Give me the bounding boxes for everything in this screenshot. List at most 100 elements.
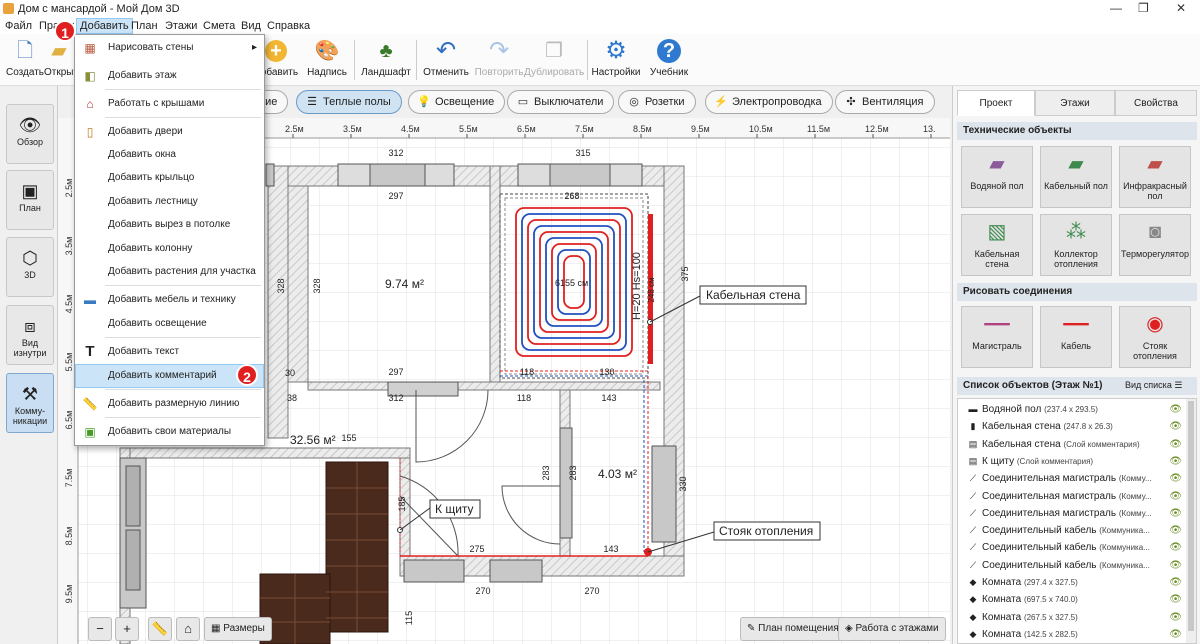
undo-button[interactable]: ↶ Отменить: [418, 38, 474, 84]
nav-communications[interactable]: ⚒ Комму-никации: [6, 373, 54, 433]
nav-inside-view[interactable]: ⧈ Вид изнутри: [6, 305, 54, 365]
object-list-item[interactable]: ⟋ Соединительный кабель (Коммуника... 👁: [964, 557, 1182, 574]
zoom-out-button[interactable]: −: [88, 617, 112, 641]
nav-3d[interactable]: ⬡ 3D: [6, 237, 54, 297]
menu-item-draw-walls[interactable]: ▦ Нарисовать стены ▸: [76, 37, 263, 59]
visibility-eye-icon[interactable]: 👁: [1169, 522, 1182, 539]
filter-wiring[interactable]: ⚡ Электропроводка: [705, 90, 833, 114]
menu-item-furniture[interactable]: ▬ Добавить мебель и технику: [76, 289, 263, 311]
list-view-button[interactable]: Вид списка ☰: [1125, 380, 1182, 391]
object-list-item[interactable]: ⟋ Соединительный кабель (Коммуника... 👁: [964, 522, 1182, 539]
label-button[interactable]: 🎨 Надпись: [299, 38, 355, 84]
minimize-button[interactable]: —: [1110, 1, 1122, 15]
tutorial-button[interactable]: ? Учебник: [641, 38, 697, 84]
visibility-eye-icon[interactable]: 👁: [1169, 401, 1182, 418]
tile-infrared-floor[interactable]: ▰ Инфракрасный пол: [1119, 146, 1191, 208]
redo-button[interactable]: ↷ Повторить: [471, 38, 527, 84]
nav-overview[interactable]: 👁 Обзор: [6, 104, 54, 164]
floor-heating-icon: ☰: [307, 96, 317, 108]
menu-item-text[interactable]: T Добавить текст: [76, 341, 263, 363]
filter-lighting[interactable]: 💡 Освещение: [408, 90, 506, 114]
menu-item-comment[interactable]: Добавить комментарий: [75, 364, 264, 388]
menu-view[interactable]: Вид: [238, 19, 264, 33]
object-list-item[interactable]: ⟋ Соединительная магистраль (Комму... 👁: [964, 488, 1182, 505]
open-button[interactable]: ▰Открыть: [44, 38, 74, 84]
visibility-eye-icon[interactable]: 👁: [1169, 418, 1182, 435]
tile-collector[interactable]: ⁂ Коллектор отопления: [1040, 214, 1112, 276]
menu-item-dimension-line[interactable]: 📏 Добавить размерную линию: [76, 393, 263, 415]
object-list-item[interactable]: ◆ Комната (697.5 x 740.0) 👁: [964, 591, 1182, 608]
object-list-item[interactable]: ⟋ Соединительная магистраль (Комму... 👁: [964, 470, 1182, 487]
object-list-item[interactable]: ◆ Комната (142.5 x 282.5) 👁: [964, 626, 1182, 643]
filter-switches[interactable]: ▭ Выключатели: [507, 90, 615, 114]
measure-button[interactable]: 📏: [148, 617, 172, 641]
landscape-button[interactable]: ♣ Ландшафт: [358, 38, 414, 84]
pipe-icon: ⚒: [21, 384, 39, 404]
visibility-eye-icon[interactable]: 👁: [1169, 505, 1182, 522]
menu-estimate[interactable]: Смета: [200, 19, 238, 33]
menu-help[interactable]: Справка: [264, 19, 313, 33]
object-list-item[interactable]: ⟋ Соединительная магистраль (Комму... 👁: [964, 505, 1182, 522]
menu-item-stairs[interactable]: Добавить лестницу: [76, 191, 263, 213]
roof-icon: ⌂: [86, 97, 94, 111]
tab-floors[interactable]: Этажи: [1035, 90, 1115, 116]
sizes-button[interactable]: ▦ Размеры: [204, 617, 272, 641]
menu-item-plants[interactable]: Добавить растения для участка: [76, 261, 263, 283]
tile-riser[interactable]: ◉ Стояк отопления: [1119, 306, 1191, 368]
zoom-in-button[interactable]: +: [115, 617, 139, 641]
menu-item-roofs[interactable]: ⌂ Работать с крышами: [76, 93, 263, 115]
menu-item-lighting[interactable]: Добавить освещение: [76, 313, 263, 335]
settings-button[interactable]: ⚙ Настройки: [588, 38, 644, 84]
filter-ventilation[interactable]: ✣ Вентиляция: [835, 90, 935, 114]
visibility-eye-icon[interactable]: 👁: [1169, 626, 1182, 643]
duplicate-icon: ❐: [545, 40, 563, 62]
floor-icon: ◧: [84, 69, 96, 83]
duplicate-button[interactable]: ❐ Дублировать: [524, 38, 584, 84]
object-list-item[interactable]: ▤ К щиту (Слой комментария) 👁: [964, 453, 1182, 470]
tab-properties[interactable]: Свойства: [1115, 90, 1197, 116]
tile-cable-wall[interactable]: ▧ Кабельная стена: [961, 214, 1033, 276]
menu-item-porch[interactable]: Добавить крыльцо: [76, 167, 263, 189]
menu-item-materials[interactable]: ▣ Добавить свои материалы: [76, 421, 263, 443]
room-plan-button[interactable]: ✎ План помещения: [740, 617, 846, 641]
object-list-item[interactable]: ◆ Комната (267.5 x 327.5) 👁: [964, 609, 1182, 626]
visibility-eye-icon[interactable]: 👁: [1169, 488, 1182, 505]
menu-file[interactable]: Файл: [2, 19, 35, 33]
object-list-item[interactable]: ◆ Комната (297.4 x 327.5) 👁: [964, 574, 1182, 591]
tile-main-line[interactable]: ━━━ Магистраль: [961, 306, 1033, 368]
object-list-item[interactable]: ▤ Кабельная стена (Слой комментария) 👁: [964, 436, 1182, 453]
tab-project[interactable]: Проект: [957, 90, 1035, 116]
menu-add[interactable]: Добавить: [76, 18, 133, 34]
tile-cable[interactable]: ━━━ Кабель: [1040, 306, 1112, 368]
floors-work-button[interactable]: ◈ Работа с этажами: [838, 617, 946, 641]
visibility-eye-icon[interactable]: 👁: [1169, 609, 1182, 626]
menu-floors[interactable]: Этажи: [162, 19, 200, 33]
visibility-eye-icon[interactable]: 👁: [1169, 591, 1182, 608]
menu-item-windows[interactable]: Добавить окна: [76, 144, 263, 166]
tile-cable-floor[interactable]: ▰ Кабельный пол: [1040, 146, 1112, 208]
visibility-eye-icon[interactable]: 👁: [1169, 453, 1182, 470]
tile-thermostat[interactable]: ◙ Терморегулятор: [1119, 214, 1191, 276]
visibility-eye-icon[interactable]: 👁: [1169, 470, 1182, 487]
object-list-item[interactable]: ▮ Кабельная стена (247.8 x 26.3) 👁: [964, 418, 1182, 435]
close-button[interactable]: ✕: [1176, 1, 1186, 15]
object-list-item[interactable]: ▬ Водяной пол (237.4 x 293.5) 👁: [964, 401, 1183, 418]
visibility-eye-icon[interactable]: 👁: [1169, 557, 1182, 574]
menu-plan[interactable]: План: [128, 19, 161, 33]
visibility-eye-icon[interactable]: 👁: [1169, 436, 1182, 453]
menu-item-doors[interactable]: ▯ Добавить двери: [76, 121, 263, 143]
scrollbar[interactable]: [1186, 399, 1196, 643]
maximize-button[interactable]: ❐: [1138, 1, 1149, 15]
object-list-item[interactable]: ⟋ Соединительный кабель (Коммуника... 👁: [964, 539, 1182, 556]
tile-water-floor[interactable]: ▰ Водяной пол: [961, 146, 1033, 208]
menu-item-add-floor[interactable]: ◧ Добавить этаж: [76, 65, 263, 87]
visibility-eye-icon[interactable]: 👁: [1169, 539, 1182, 556]
nav-plan[interactable]: ▣ План: [6, 170, 54, 230]
filter-sockets[interactable]: ◎ Розетки: [618, 90, 696, 114]
menu-item-ceiling-cut[interactable]: Добавить вырез в потолке: [76, 214, 263, 236]
home-button[interactable]: ⌂: [176, 617, 200, 641]
filter-floor-heating[interactable]: ☰ Теплые полы: [296, 90, 402, 114]
menu-item-column[interactable]: Добавить колонну: [76, 238, 263, 260]
visibility-eye-icon[interactable]: 👁: [1169, 574, 1182, 591]
ruler-top-label: 6.5м: [517, 124, 536, 134]
